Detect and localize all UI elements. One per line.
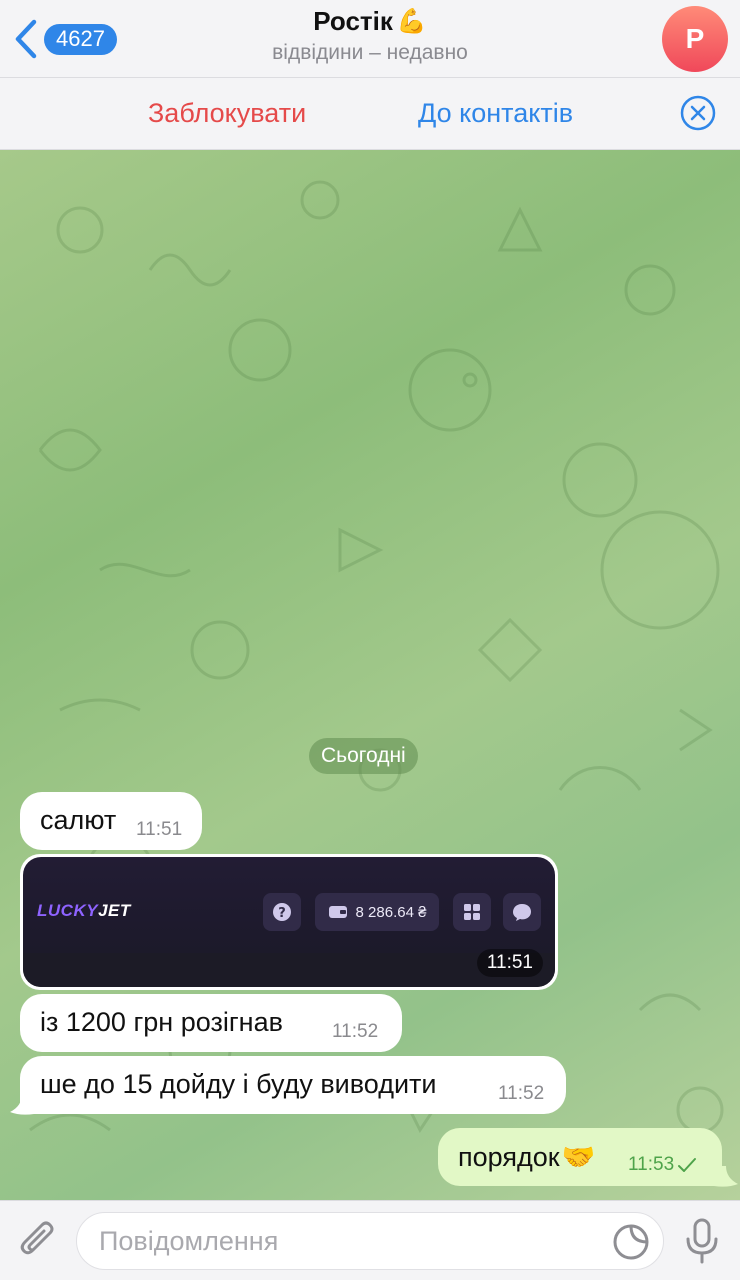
incoming-image-message[interactable]: LUCKYJET ? 8 286.64 ₴ 11:51 (20, 854, 558, 990)
date-separator: Сьогодні (309, 738, 418, 774)
message-time: 11:52 (498, 1083, 545, 1104)
avatar[interactable]: Р (662, 6, 728, 72)
chat-bubble-icon (503, 893, 541, 931)
chat-header: 4627 Ростік 💪 відвідини – недавно Р (0, 0, 740, 78)
check-icon (678, 1158, 697, 1172)
balance-value: 8 286.64 ₴ (355, 903, 427, 921)
wallet-icon (328, 906, 347, 918)
chat-title-area[interactable]: Ростік 💪 відвідини – недавно (0, 6, 740, 65)
grid-icon (453, 893, 491, 931)
message-time-status: 11:53 (628, 1154, 697, 1176)
image-bottom-strip (23, 953, 555, 987)
chat-area[interactable]: Сьогодні салют 11:51 LUCKYJET ? 8 286.64… (0, 150, 740, 1200)
avatar-letter: Р (685, 23, 705, 54)
handshake-emoji: 🤝 (561, 1142, 596, 1172)
message-time: 11:51 (136, 819, 183, 840)
block-button[interactable]: Заблокувати (148, 98, 306, 129)
incoming-message[interactable]: ше до 15 дойду і буду виводити 11:52 (20, 1056, 566, 1114)
add-to-contacts-button[interactable]: До контактів (418, 98, 573, 129)
message-text: салют (40, 805, 117, 835)
message-time: 11:52 (332, 1021, 379, 1042)
last-seen-status: відвідини – недавно (272, 41, 468, 64)
contact-action-bar: Заблокувати До контактів (0, 78, 740, 150)
balance-display: 8 286.64 ₴ (315, 893, 439, 931)
screenshot-image: LUCKYJET ? 8 286.64 ₴ 11:51 (23, 857, 555, 987)
paperclip-icon[interactable] (18, 1219, 58, 1263)
help-icon: ? (263, 893, 301, 931)
svg-text:?: ? (278, 906, 286, 921)
microphone-icon[interactable] (684, 1217, 720, 1265)
message-text: із 1200 грн розігнав (40, 1007, 283, 1037)
luckyjet-logo: LUCKYJET (37, 901, 131, 920)
close-icon[interactable] (680, 95, 716, 131)
flexed-biceps-emoji: 💪 (396, 8, 427, 35)
message-input[interactable] (76, 1212, 664, 1270)
incoming-message[interactable]: салют 11:51 (20, 792, 202, 850)
message-text: ше до 15 дойду і буду виводити (40, 1069, 437, 1099)
chat-title: Ростік 💪 (313, 6, 427, 37)
incoming-message[interactable]: із 1200 грн розігнав 11:52 (20, 994, 402, 1052)
sticker-icon[interactable] (612, 1223, 650, 1261)
message-text: порядок 🤝 (458, 1141, 596, 1173)
message-input-bar (0, 1200, 740, 1280)
outgoing-message[interactable]: порядок 🤝 11:53 (438, 1128, 722, 1186)
contact-name: Ростік (313, 6, 393, 36)
message-time: 11:51 (476, 949, 543, 977)
